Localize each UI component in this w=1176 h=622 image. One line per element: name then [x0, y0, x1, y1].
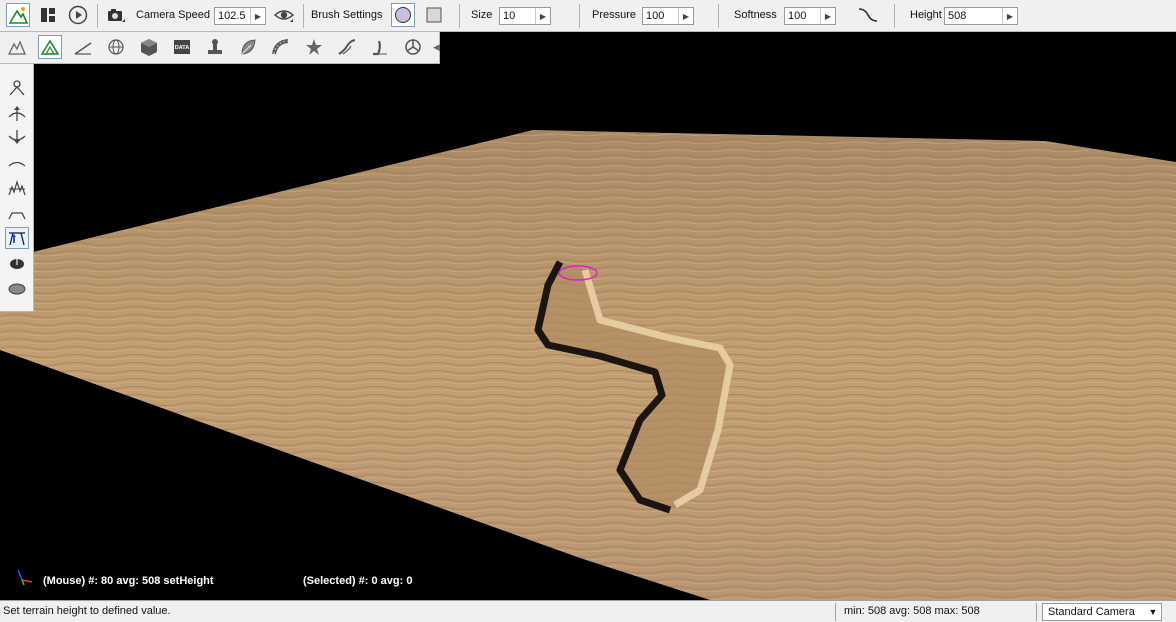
layout-icon[interactable]	[36, 3, 60, 27]
pressure-arrow-icon[interactable]: ▶	[678, 8, 693, 24]
cube-icon[interactable]	[137, 35, 161, 59]
noise-icon[interactable]	[5, 177, 29, 199]
height-field[interactable]: 508 ▶	[944, 7, 1018, 25]
brush-square-icon[interactable]	[422, 3, 446, 27]
raise-lower-icon[interactable]	[5, 77, 29, 99]
softness-value: 100	[788, 10, 807, 22]
camera-select-value: Standard Camera	[1048, 606, 1135, 618]
terrain-render	[0, 130, 1176, 600]
camera-speed-value: 102.5	[218, 10, 246, 22]
ruler-icon[interactable]	[71, 35, 95, 59]
pressure-value: 100	[646, 10, 665, 22]
pressure-label: Pressure	[592, 9, 637, 21]
erase-icon[interactable]	[5, 277, 29, 299]
eye-icon[interactable]	[272, 3, 296, 27]
selected-info: (Selected) #: 0 avg: 0	[303, 575, 413, 587]
terrain-tool-sidebar	[0, 64, 34, 312]
star-icon[interactable]	[302, 35, 326, 59]
size-field[interactable]: 10 ▶	[499, 7, 551, 25]
road-icon[interactable]	[269, 35, 293, 59]
mouse-info: (Mouse) #: 80 avg: 508 setHeight	[43, 575, 214, 587]
separator	[1036, 603, 1037, 621]
softness-field[interactable]: 100 ▶	[784, 7, 836, 25]
camera-select[interactable]: Standard Camera ▼	[1042, 603, 1162, 621]
play-icon[interactable]	[66, 3, 90, 27]
hole-icon[interactable]	[5, 252, 29, 274]
axis-gizmo	[17, 569, 33, 586]
chevron-down-icon[interactable]: ▼	[1145, 607, 1161, 617]
status-message: Set terrain height to defined value.	[3, 605, 171, 617]
softness-label: Softness	[734, 9, 777, 21]
status-bar: Set terrain height to defined value. min…	[0, 600, 1176, 622]
brush-settings-label: Brush Settings	[311, 9, 383, 21]
brush-circle-icon[interactable]	[391, 3, 415, 27]
editor-toolbar: DATA ◀	[0, 32, 440, 64]
raise-icon[interactable]	[5, 102, 29, 124]
falloff-curve-icon[interactable]	[856, 3, 880, 27]
height-stats: min: 508 avg: 508 max: 508	[844, 605, 980, 617]
separator	[718, 4, 719, 28]
terrain-mountains-icon[interactable]	[5, 35, 29, 59]
river-icon[interactable]	[335, 35, 359, 59]
collapse-arrow-icon[interactable]: ◀	[433, 42, 440, 53]
smooth-icon[interactable]	[5, 152, 29, 174]
separator	[303, 4, 304, 28]
separator	[835, 603, 836, 621]
camera-icon[interactable]	[104, 3, 128, 27]
path-icon[interactable]	[368, 35, 392, 59]
flatten-icon[interactable]	[5, 202, 29, 224]
separator	[97, 4, 98, 28]
terrain-editor-icon[interactable]	[6, 3, 30, 27]
data-icon[interactable]: DATA	[170, 35, 194, 59]
terrain-viewport[interactable]	[0, 0, 1176, 600]
pressure-field[interactable]: 100 ▶	[642, 7, 694, 25]
camera-speed-arrow-icon[interactable]: ▶	[250, 8, 265, 24]
size-label: Size	[471, 9, 493, 21]
height-value: 508	[948, 10, 967, 22]
camera-speed-label: Camera Speed	[136, 9, 210, 21]
separator	[459, 4, 460, 28]
leaf-icon[interactable]	[236, 35, 260, 59]
size-value: 10	[503, 10, 516, 22]
terrain-edit-icon[interactable]	[38, 35, 62, 59]
data-badge-text: DATA	[175, 45, 189, 51]
separator	[894, 4, 895, 28]
size-arrow-icon[interactable]: ▶	[535, 8, 550, 24]
softness-arrow-icon[interactable]: ▶	[820, 8, 835, 24]
set-height-icon[interactable]	[5, 227, 29, 249]
height-arrow-icon[interactable]: ▶	[1002, 8, 1017, 24]
stamp-icon[interactable]	[203, 35, 227, 59]
separator	[579, 4, 580, 28]
height-label: Height	[910, 9, 942, 21]
gizmo-icon[interactable]	[401, 35, 425, 59]
main-toolbar: Camera Speed 102.5 ▶ Brush Settings Size…	[0, 0, 1176, 32]
lower-icon[interactable]	[5, 127, 29, 149]
camera-speed-field[interactable]: 102.5 ▶	[214, 7, 266, 25]
globe-icon[interactable]	[104, 35, 128, 59]
